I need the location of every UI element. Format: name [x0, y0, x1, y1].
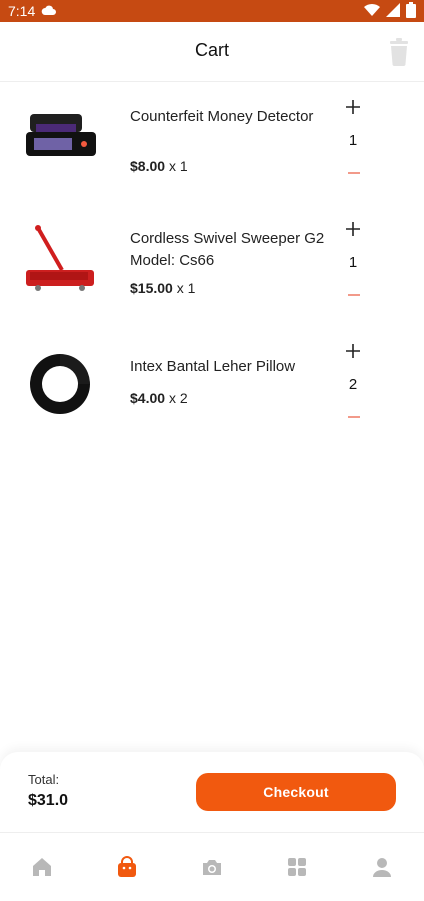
profile-icon[interactable] — [362, 847, 402, 887]
total-value: $31.0 — [28, 792, 69, 809]
cart-item[interactable]: Intex Bantal Leher Pillow $4.00 x 2 2 — [0, 326, 424, 448]
home-icon[interactable] — [22, 847, 62, 887]
minus-icon[interactable] — [348, 294, 360, 296]
minus-icon[interactable] — [348, 172, 360, 174]
app-header: Cart — [0, 22, 424, 82]
item-price: $8.00 x 1 — [130, 158, 188, 174]
quantity-value: 1 — [348, 254, 358, 271]
quantity-stepper[interactable]: 2 — [338, 344, 368, 424]
cart-summary: Total: $31.0 Checkout — [0, 752, 424, 832]
total-label: Total: — [28, 772, 60, 787]
sweeper-image — [20, 222, 100, 302]
item-multiplier: x 1 — [168, 158, 188, 174]
item-price: $4.00 x 2 — [130, 390, 188, 406]
plus-icon[interactable] — [346, 222, 360, 236]
item-price-value: $4.00 — [130, 390, 166, 406]
item-name: Intex Bantal Leher Pillow — [130, 358, 296, 375]
grid-icon[interactable] — [277, 847, 317, 887]
trash-icon[interactable] — [386, 38, 412, 66]
wifi-icon — [364, 3, 380, 20]
quantity-value: 1 — [348, 132, 358, 149]
item-price: $15.00 x 1 — [130, 280, 195, 296]
cart-item[interactable]: Counterfeit Money Detector $8.00 x 1 1 — [0, 82, 424, 204]
status-time: 7:14 — [8, 3, 36, 19]
item-name: Counterfeit Money Detector — [130, 108, 314, 125]
page-title: Cart — [194, 40, 229, 60]
cart-item[interactable]: Cordless Swivel Sweeper G2 Model: Cs66 $… — [0, 204, 424, 326]
neck-pillow-image — [20, 344, 100, 424]
item-multiplier: x 1 — [176, 280, 196, 296]
checkout-button[interactable]: Checkout — [196, 773, 396, 811]
cart-icon[interactable] — [107, 847, 147, 887]
cart-list: Counterfeit Money Detector $8.00 x 1 1 C — [0, 82, 424, 448]
battery-icon — [406, 1, 416, 21]
plus-icon[interactable] — [346, 344, 360, 358]
item-name: Cordless Swivel Sweeper G2 Model: Cs66 — [130, 230, 325, 269]
item-price-value: $15.00 — [130, 280, 173, 296]
item-price-value: $8.00 — [130, 158, 166, 174]
quantity-stepper[interactable]: 1 — [338, 100, 368, 180]
bottom-nav — [0, 832, 424, 901]
quantity-stepper[interactable]: 1 — [338, 222, 368, 302]
item-multiplier: x 2 — [168, 390, 188, 406]
quantity-value: 2 — [348, 376, 358, 393]
signal-icon — [386, 2, 400, 20]
minus-icon[interactable] — [348, 416, 360, 418]
cloud-icon — [41, 3, 57, 19]
money-detector-image — [20, 100, 100, 180]
camera-icon[interactable] — [192, 847, 232, 887]
plus-icon[interactable] — [346, 100, 360, 114]
status-bar: 7:14 — [0, 0, 424, 22]
